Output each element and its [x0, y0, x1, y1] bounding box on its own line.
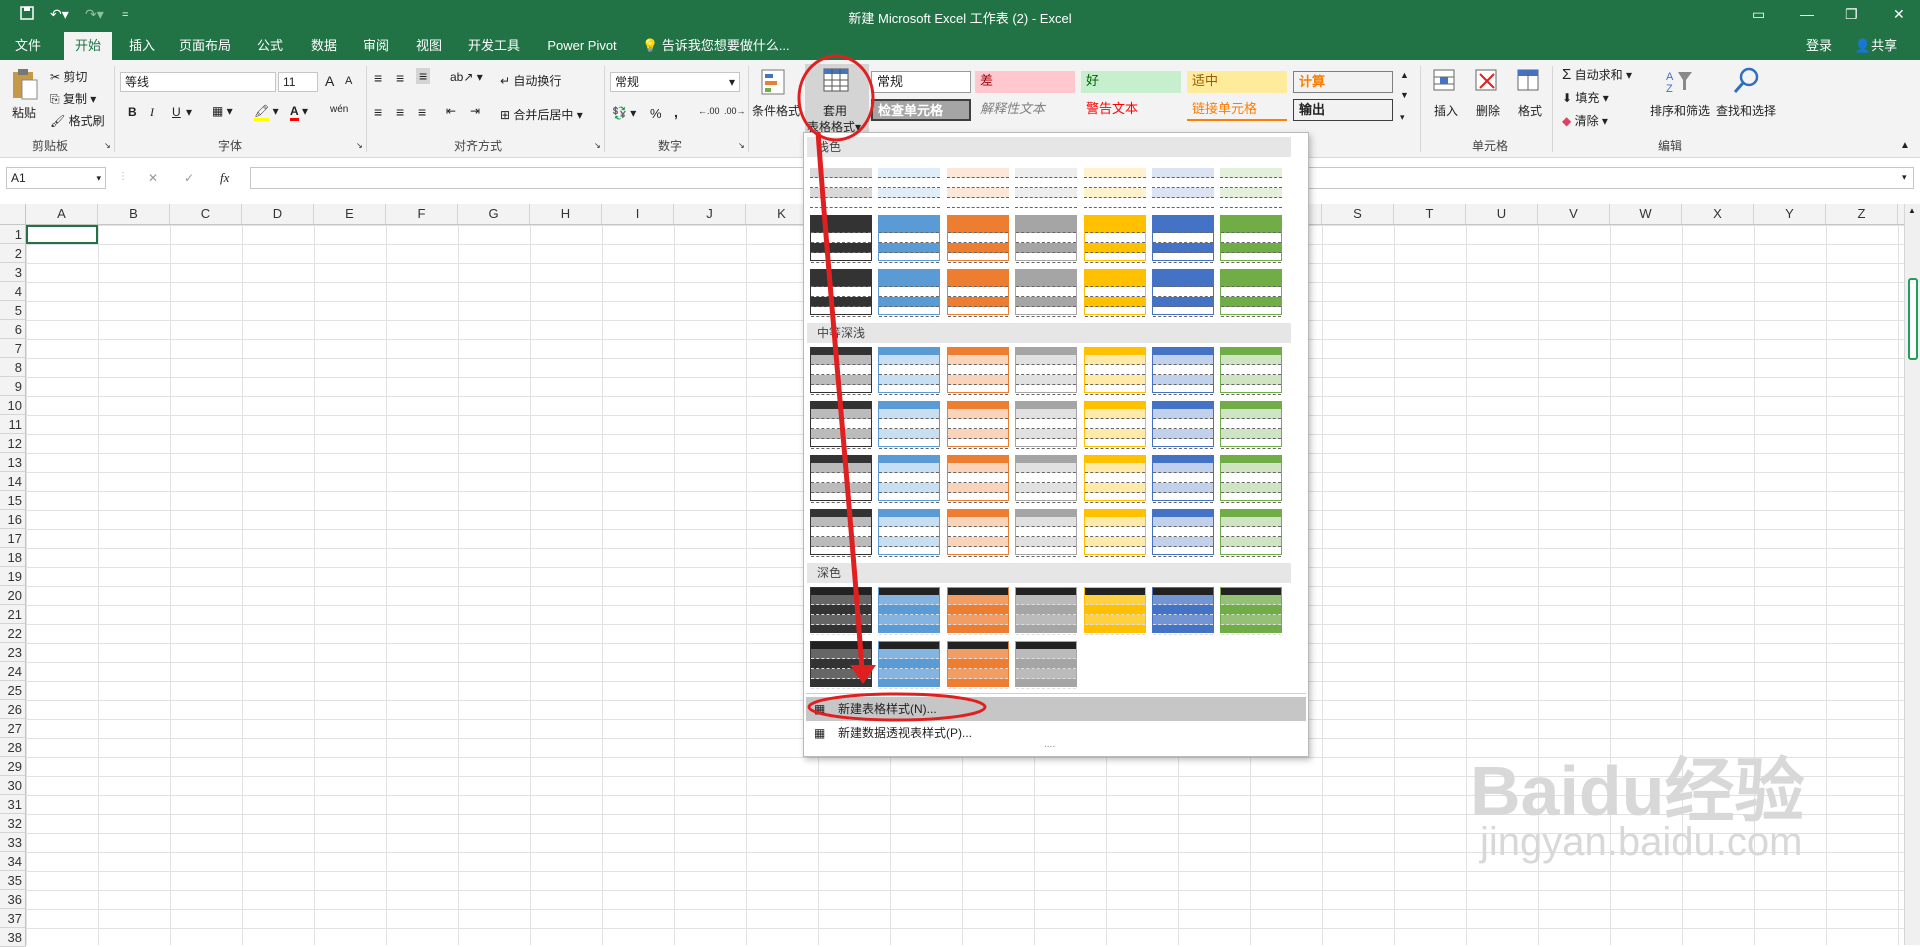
highlight-circle	[797, 54, 875, 142]
tutorial-annotation-overlay	[797, 54, 987, 722]
annotation-arrow	[815, 131, 865, 671]
arrow-head	[850, 665, 876, 684]
highlight-ellipse	[807, 692, 987, 722]
